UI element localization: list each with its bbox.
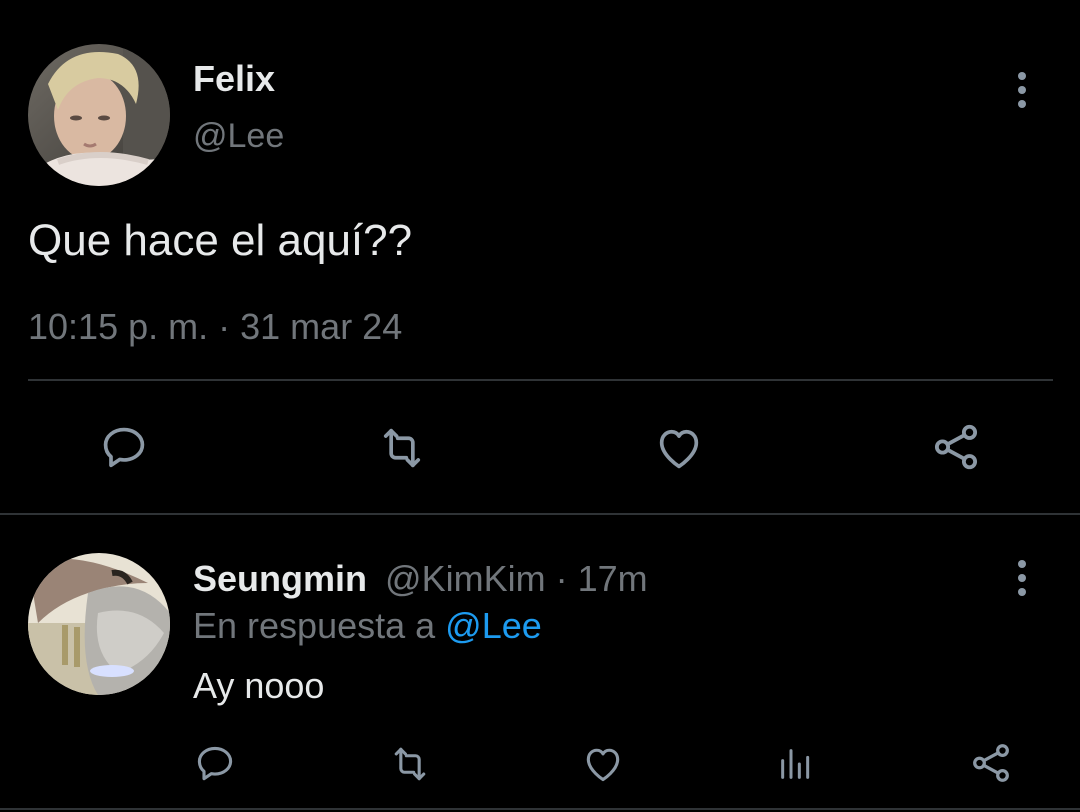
main-tweet-text: Que hace el aquí?? <box>28 216 413 265</box>
tweet-time[interactable]: 10:15 p. m. <box>28 306 208 347</box>
reply-header-separator: · <box>555 558 568 599</box>
main-share-button[interactable] <box>926 418 986 476</box>
retweet-icon <box>383 428 421 468</box>
main-author-avatar[interactable] <box>28 44 170 186</box>
heart-icon <box>586 748 620 782</box>
main-tweet-divider <box>28 379 1053 381</box>
share-icon <box>934 424 978 470</box>
reply-tweet-text: Ay nooo <box>193 665 325 706</box>
main-author-handle[interactable]: @Lee <box>193 117 284 156</box>
reply-like-button[interactable] <box>578 740 628 788</box>
replying-to-prefix: En respuesta a <box>193 605 436 646</box>
more-dot <box>1018 86 1026 94</box>
main-like-button[interactable] <box>650 420 708 476</box>
more-dot <box>1018 574 1026 582</box>
reply-share-button[interactable] <box>966 738 1016 788</box>
reply-age[interactable]: 17m <box>578 558 648 599</box>
tweet-date[interactable]: 31 mar 24 <box>240 306 402 347</box>
reply-retweet-button[interactable] <box>384 740 436 788</box>
bar-chart-icon <box>781 749 810 779</box>
main-tweet-timestamp: 10:15 p. m. · 31 mar 24 <box>28 306 402 348</box>
more-dot <box>1018 588 1026 596</box>
reply-author-handle[interactable]: @KimKim <box>385 558 546 599</box>
reply-author-avatar[interactable] <box>28 553 170 695</box>
more-vertical-icon <box>1018 560 1026 568</box>
reply-reply-button[interactable] <box>190 740 240 788</box>
thread-divider <box>0 513 1080 515</box>
main-retweet-button[interactable] <box>370 420 434 476</box>
more-dot <box>1018 100 1026 108</box>
main-author-name[interactable]: Felix <box>193 58 275 100</box>
main-more-options-button[interactable] <box>1010 68 1034 112</box>
heart-icon <box>659 429 699 469</box>
comment-icon <box>197 746 233 781</box>
share-icon <box>973 744 1009 782</box>
comment-icon <box>103 427 145 468</box>
more-vertical-icon <box>1018 72 1026 80</box>
reply-more-options-button[interactable] <box>1010 556 1034 600</box>
reply-header: Seungmin @KimKim · 17m <box>193 558 648 600</box>
reply-views-button[interactable] <box>774 740 818 788</box>
bottom-divider <box>0 808 1080 810</box>
main-reply-button[interactable] <box>94 420 154 476</box>
replying-to-line: En respuesta a @Lee <box>193 605 542 647</box>
reply-author-name[interactable]: Seungmin <box>193 558 367 599</box>
timestamp-separator: · <box>218 306 231 347</box>
replying-to-mention[interactable]: @Lee <box>445 605 542 646</box>
tweet-detail-page: Felix @Lee Que hace el aquí?? 10:15 p. m… <box>0 0 1080 812</box>
retweet-icon <box>394 747 426 781</box>
